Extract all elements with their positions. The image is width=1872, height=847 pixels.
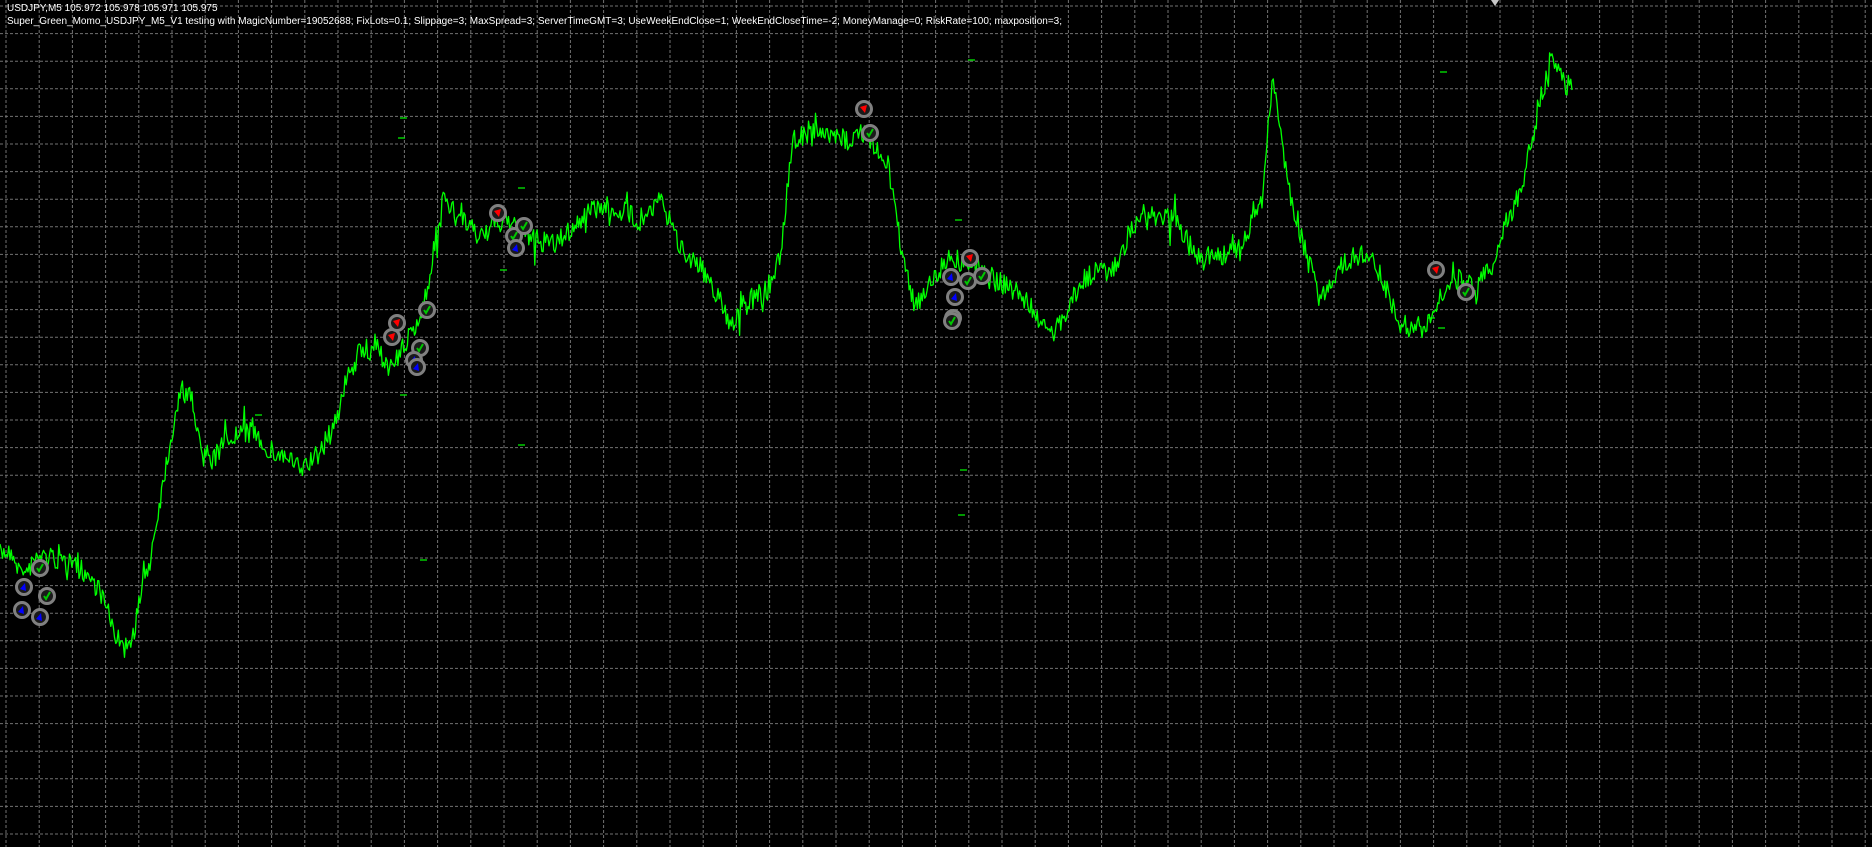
trade-marker-sell-icon xyxy=(1427,261,1445,279)
trade-marker-buy-icon xyxy=(408,358,426,376)
trade-markers xyxy=(13,100,1475,626)
trade-marker-buy-icon xyxy=(946,288,964,306)
chart-shift-marker[interactable] xyxy=(1491,0,1499,6)
expert-parameters-text: Super_Green_Momo_USDJPY_M5_V1 testing wi… xyxy=(7,16,1062,27)
trade-marker-sell-icon xyxy=(855,100,873,118)
trade-marker-sell-icon xyxy=(388,314,406,332)
trade-marker-close-icon xyxy=(861,124,879,142)
trade-marker-close-icon xyxy=(1457,283,1475,301)
trade-marker-close-icon xyxy=(418,301,436,319)
symbol-ohlc-readout: USDJPY,M5 105.972 105.978 105.971 105.97… xyxy=(7,3,218,14)
trade-marker-buy-icon xyxy=(13,601,31,619)
trade-marker-close-icon xyxy=(38,587,56,605)
chart-window[interactable]: USDJPY,M5 105.972 105.978 105.971 105.97… xyxy=(0,0,1872,847)
trade-marker-close-icon xyxy=(943,312,961,330)
trade-marker-buy-icon xyxy=(15,578,33,596)
price-chart[interactable] xyxy=(0,0,1872,847)
trade-marker-sell-icon xyxy=(961,249,979,267)
trade-marker-close-icon xyxy=(515,217,533,235)
chart-grid xyxy=(0,0,1872,847)
grid-lines xyxy=(0,0,1872,847)
trade-marker-buy-icon xyxy=(942,268,960,286)
trade-marker-buy-icon xyxy=(31,608,49,626)
trade-marker-sell-icon xyxy=(489,204,507,222)
trade-marker-close-icon xyxy=(973,267,991,285)
trade-marker-buy-icon xyxy=(507,239,525,257)
trade-marker-close-icon xyxy=(31,559,49,577)
